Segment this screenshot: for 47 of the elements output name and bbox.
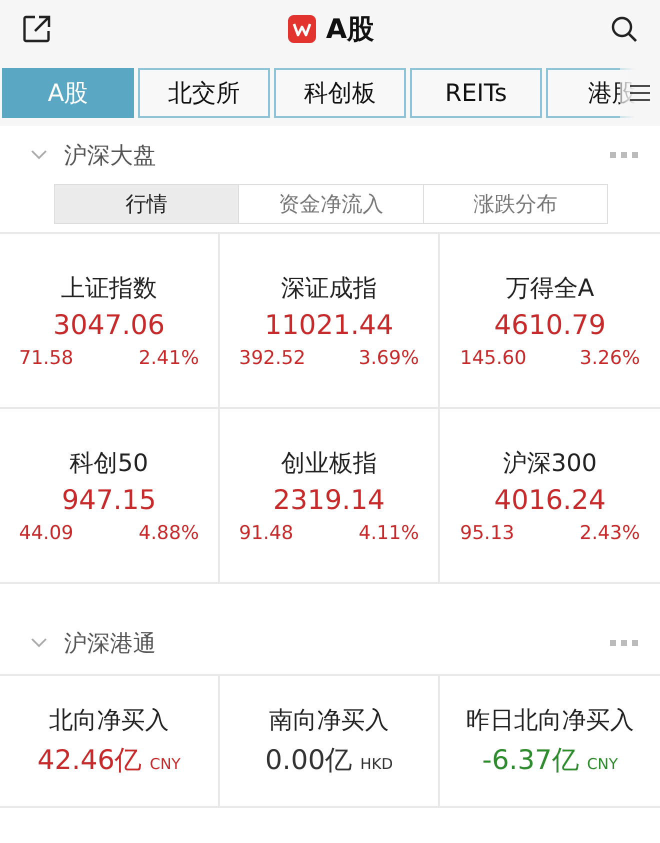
change-percent: 3.26% xyxy=(580,347,640,369)
chevron-icon[interactable] xyxy=(30,637,48,649)
index-name: 创业板指 xyxy=(281,448,377,479)
flow-value: 0.00亿 xyxy=(265,744,352,778)
change-percent: 2.43% xyxy=(580,522,640,544)
change-value: 145.60 xyxy=(460,347,526,369)
index-name: 昨日北向净买入 xyxy=(466,705,634,736)
chevron-icon[interactable] xyxy=(30,149,48,161)
change-percent: 2.41% xyxy=(138,347,199,369)
change-value: 71.58 xyxy=(19,347,74,369)
currency-label: CNY xyxy=(587,755,618,773)
index-value: 947.15 xyxy=(62,485,156,516)
section-title: 沪深港通 xyxy=(64,630,157,658)
flow-value: -6.37亿 xyxy=(482,744,579,778)
currency-label: CNY xyxy=(150,755,181,773)
market-tab[interactable]: REITs xyxy=(410,68,542,118)
app-logo-icon xyxy=(288,15,316,43)
segment-tab[interactable]: 行情 xyxy=(55,185,240,223)
share-icon[interactable] xyxy=(22,14,52,44)
change-value: 392.52 xyxy=(239,347,306,369)
change-value: 44.09 xyxy=(19,522,74,544)
flow-value: 42.46亿 xyxy=(37,744,142,778)
index-name: 北向净买入 xyxy=(49,705,169,736)
more-icon[interactable] xyxy=(610,151,638,159)
section-title: 沪深大盘 xyxy=(64,142,157,170)
page-title: A股 xyxy=(326,13,374,47)
change-percent: 4.11% xyxy=(358,522,419,544)
index-name: 深证成指 xyxy=(281,273,377,304)
market-tab[interactable]: 科创板 xyxy=(274,68,406,118)
more-icon[interactable] xyxy=(610,639,638,647)
index-name: 南向净买入 xyxy=(269,705,389,736)
market-tab[interactable]: 北交所 xyxy=(138,68,270,118)
search-icon[interactable] xyxy=(610,15,638,43)
index-value: 4610.79 xyxy=(494,310,606,341)
change-value: 95.13 xyxy=(460,522,514,544)
index-name: 万得全A xyxy=(506,273,594,304)
index-name: 上证指数 xyxy=(61,273,157,304)
index-value: 3047.06 xyxy=(53,310,165,341)
change-percent: 3.69% xyxy=(358,347,419,369)
index-value: 4016.24 xyxy=(494,485,606,516)
index-name: 科创50 xyxy=(70,448,148,479)
index-name: 沪深300 xyxy=(503,448,597,479)
change-percent: 4.88% xyxy=(138,522,199,544)
index-value: 2319.14 xyxy=(273,485,385,516)
currency-label: HKD xyxy=(360,755,393,773)
change-value: 91.48 xyxy=(239,522,294,544)
index-value: 11021.44 xyxy=(264,310,394,341)
